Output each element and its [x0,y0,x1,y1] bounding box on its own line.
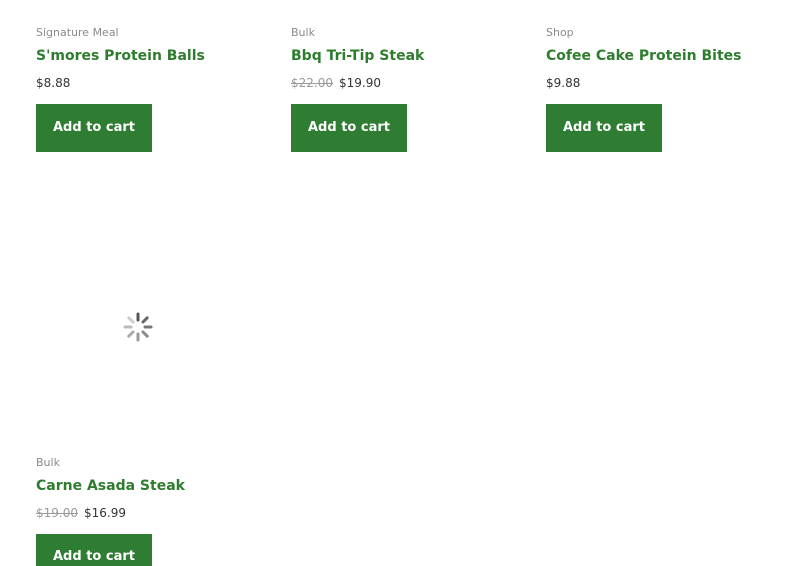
product-price: $22.00 $19.90 [291,75,381,91]
original-price: $22.00 [291,76,333,90]
current-price: $19.90 [339,76,381,90]
add-to-cart-button[interactable]: Add to cart [546,104,662,152]
product-category[interactable]: Signature Meal [36,26,119,39]
product-title-link[interactable]: S'mores Protein Balls [36,47,205,65]
product-title-link[interactable]: Carne Asada Steak [36,477,185,495]
original-price: $19.00 [36,506,78,520]
current-price: $8.88 [36,76,71,90]
product-title-link[interactable]: Bbq Tri-Tip Steak [291,47,424,65]
product-price: $8.88 [36,75,70,91]
add-to-cart-button[interactable]: Add to cart [36,104,152,152]
loading-spinner-icon [123,312,153,342]
product-category[interactable]: Shop [546,26,574,39]
product-price: $19.00 $16.99 [36,505,126,521]
product-grid: Signature Meal S'mores Protein Balls $8.… [0,0,785,566]
product-image-placeholder[interactable] [36,212,241,442]
product-price: $9.88 [546,75,580,91]
add-to-cart-button[interactable]: Add to cart [291,104,407,152]
add-to-cart-button[interactable]: Add to cart [36,534,152,566]
product-title-link[interactable]: Cofee Cake Protein Bites [546,47,741,65]
current-price: $16.99 [84,506,126,520]
product-category[interactable]: Bulk [36,456,60,469]
product-category[interactable]: Bulk [291,26,315,39]
current-price: $9.88 [546,76,581,90]
